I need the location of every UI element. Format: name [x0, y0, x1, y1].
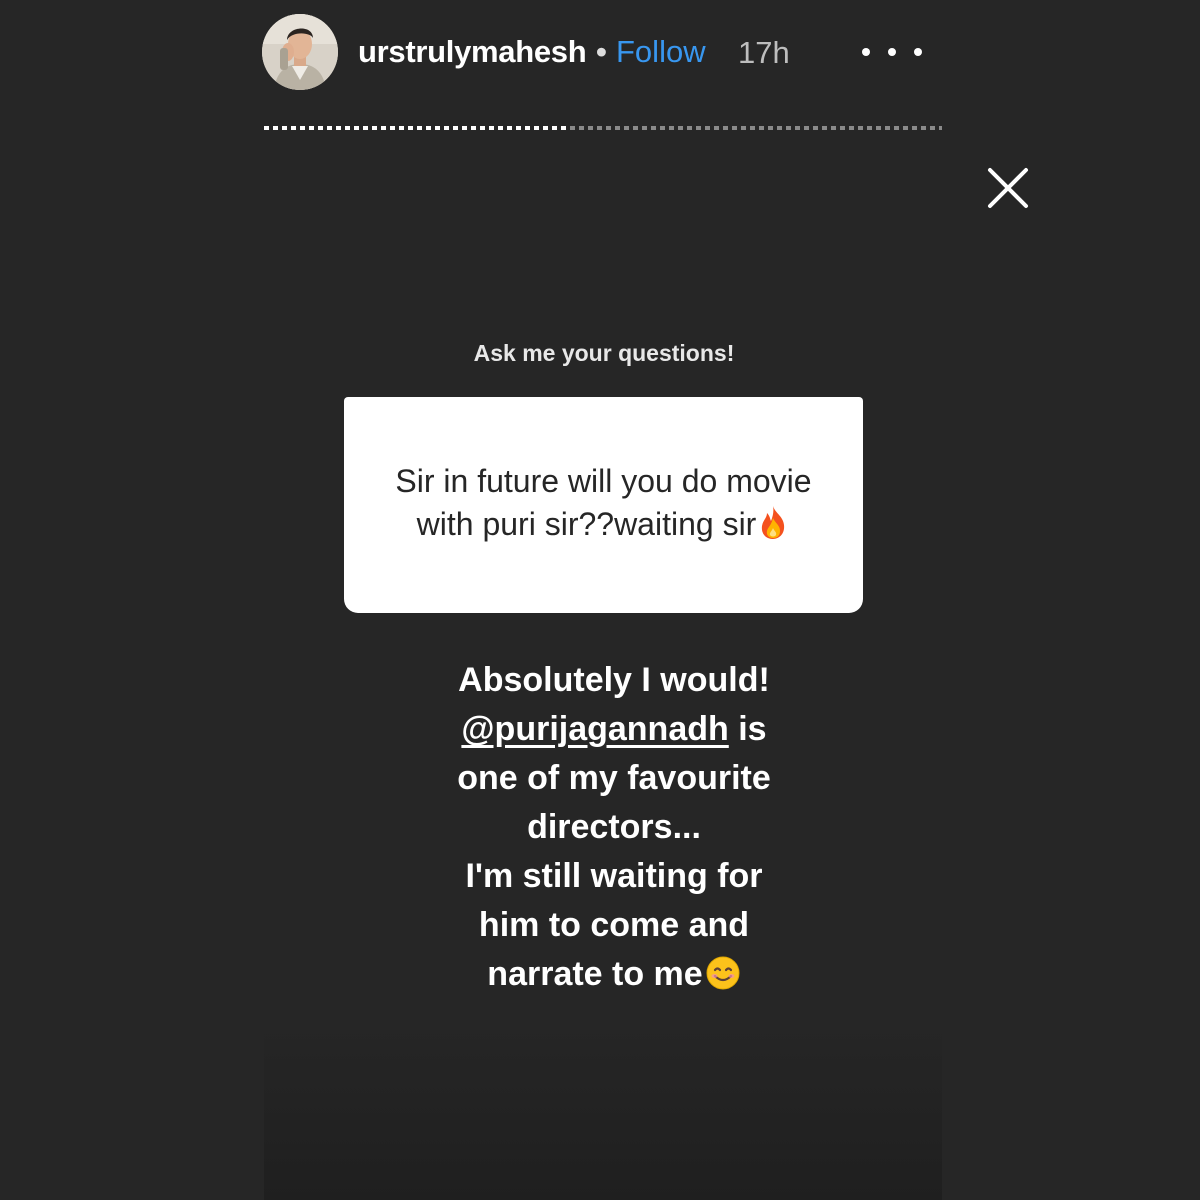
- avatar[interactable]: [262, 14, 338, 90]
- question-text-wrap: Sir in future will you do movie with pur…: [369, 460, 839, 551]
- avatar-image: [262, 14, 338, 90]
- more-dot: [914, 48, 922, 56]
- answer-line: directors...: [527, 808, 701, 846]
- question-sticker-card: Sir in future will you do movie with pur…: [344, 397, 863, 613]
- answer-line: him to come and: [478, 906, 750, 944]
- answer-line-mention: @purijagannadh is: [384, 705, 844, 754]
- answer-line: Absolutely I would!: [458, 661, 770, 699]
- more-dot: [888, 48, 896, 56]
- separator-dot: •: [596, 34, 607, 69]
- answer-line: I'm still waiting for: [465, 857, 763, 895]
- mention-link[interactable]: @purijagannadh: [461, 710, 728, 748]
- story-progress-fill: [264, 126, 570, 130]
- answer-line-rest: is: [728, 710, 767, 748]
- question-sticker-prompt: Ask me your questions!: [473, 340, 735, 366]
- post-timestamp: 17h: [738, 35, 790, 70]
- follow-button[interactable]: Follow: [616, 34, 706, 70]
- answer-line-last: narrate to me: [384, 950, 844, 1005]
- close-icon[interactable]: [986, 166, 1030, 210]
- story-viewer: urstrulymahesh • Follow 17h Ask me your …: [0, 0, 1200, 1200]
- fire-emoji-icon: [756, 504, 790, 551]
- smiling-face-emoji-icon: [705, 955, 741, 1005]
- more-options-icon[interactable]: [862, 32, 922, 72]
- story-progress-bar: [264, 126, 942, 130]
- answer-text: Absolutely I would! @purijagannadh is on…: [384, 656, 844, 1005]
- more-dot: [862, 48, 870, 56]
- answer-line: one of my favourite: [457, 759, 771, 797]
- story-bottom-shade: [264, 1020, 942, 1200]
- username[interactable]: urstrulymahesh: [358, 34, 587, 70]
- question-text: Sir in future will you do movie with pur…: [395, 462, 812, 542]
- answer-line-text: narrate to me: [487, 955, 703, 993]
- story-header: urstrulymahesh • Follow 17h: [262, 14, 942, 92]
